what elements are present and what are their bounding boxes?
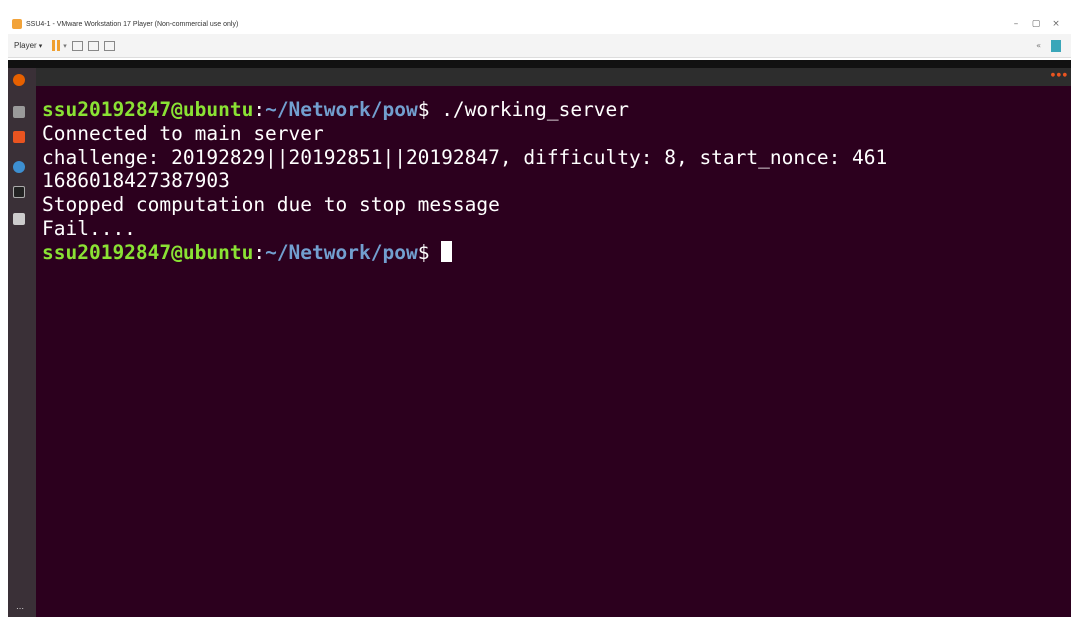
output-text: Fail.... bbox=[42, 216, 136, 240]
terminal-cursor bbox=[441, 240, 453, 262]
unity-mode-icon[interactable] bbox=[103, 40, 115, 51]
prompt-symbol: $ bbox=[417, 240, 442, 264]
minimize-button[interactable]: – bbox=[1009, 18, 1023, 30]
terminal-output-line: challenge: 20192829||20192851||20192847,… bbox=[42, 146, 1065, 170]
host-window-title: SSU4-1 - VMware Workstation 17 Player (N… bbox=[26, 20, 239, 28]
host-titlebar: SSU4-1 - VMware Workstation 17 Player (N… bbox=[8, 14, 1071, 34]
prompt-separator: : bbox=[253, 240, 266, 264]
terminal-output-line: Stopped computation due to stop message bbox=[42, 193, 1065, 217]
software-icon[interactable] bbox=[13, 131, 25, 143]
terminal-prompt-line: ssu20192847@ubuntu:~/Network/pow$ ./work… bbox=[42, 98, 1065, 122]
terminal-headerbar: ● ● ● bbox=[36, 68, 1071, 86]
terminal-output[interactable]: ssu20192847@ubuntu:~/Network/pow$ ./work… bbox=[42, 98, 1065, 265]
close-button[interactable]: × bbox=[1049, 18, 1063, 30]
prompt-separator: : bbox=[253, 98, 266, 121]
toolbar-right: « bbox=[1036, 39, 1071, 52]
output-text: Connected to main server bbox=[42, 121, 324, 145]
maximize-button[interactable]: ▢ bbox=[1029, 18, 1043, 30]
player-menu-caret-icon[interactable]: ▾ bbox=[39, 42, 43, 50]
prompt-symbol: $ bbox=[417, 98, 442, 121]
output-text: Stopped computation due to stop message bbox=[42, 193, 500, 217]
pause-icon[interactable] bbox=[52, 40, 61, 51]
prompt-user-host: ssu20192847@ubuntu bbox=[42, 98, 254, 121]
text-editor-icon[interactable] bbox=[13, 213, 25, 225]
send-ctrl-alt-del-icon[interactable] bbox=[71, 40, 83, 51]
terminal-prompt-line: ssu20192847@ubuntu:~/Network/pow$ bbox=[42, 240, 1065, 265]
terminal-window-controls[interactable]: ● ● ● bbox=[1051, 72, 1067, 78]
output-text: 1686018427387903 bbox=[42, 169, 230, 193]
terminal-output-line: 1686018427387903 bbox=[42, 169, 1065, 193]
help-icon[interactable] bbox=[13, 161, 25, 173]
prompt-path: ~/Network/pow bbox=[265, 240, 418, 264]
vmware-app-icon bbox=[12, 19, 22, 29]
player-menu[interactable]: Player bbox=[14, 41, 37, 50]
ubuntu-dock: ⋯ bbox=[8, 68, 36, 617]
host-toolbar: Player ▾ ▾ « bbox=[8, 34, 1071, 58]
terminal-output-line: Connected to main server bbox=[42, 122, 1065, 146]
files-icon[interactable] bbox=[13, 106, 25, 118]
gnome-top-bar bbox=[8, 60, 1071, 68]
collapse-chevron-icon[interactable]: « bbox=[1036, 41, 1041, 50]
prompt-user-host: ssu20192847@ubuntu bbox=[42, 240, 254, 264]
show-applications-button[interactable]: ⋯ bbox=[16, 604, 24, 613]
host-window-controls: – ▢ × bbox=[1009, 18, 1071, 30]
fit-guest-icon[interactable] bbox=[87, 40, 99, 51]
library-icon[interactable] bbox=[1051, 39, 1061, 52]
prompt-command: ./working_server bbox=[441, 98, 630, 121]
output-text: challenge: 20192829||20192851||20192847,… bbox=[42, 145, 888, 169]
terminal-output-line: Fail.... bbox=[42, 217, 1065, 241]
firefox-icon[interactable] bbox=[13, 74, 25, 86]
guest-display[interactable]: ⋯ ● ● ● ssu20192847@ubuntu:~/Network/pow… bbox=[8, 60, 1071, 617]
pause-caret-icon[interactable]: ▾ bbox=[63, 42, 67, 50]
terminal-icon[interactable] bbox=[13, 186, 25, 198]
prompt-path: ~/Network/pow bbox=[265, 98, 418, 121]
